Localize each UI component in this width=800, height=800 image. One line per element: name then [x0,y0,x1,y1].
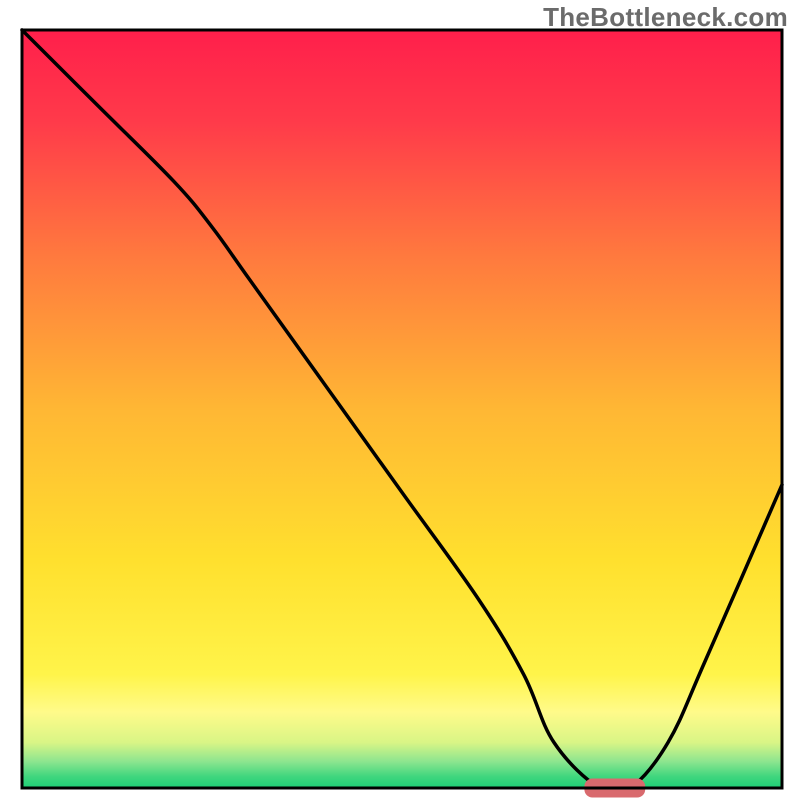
bottleneck-chart [0,0,800,800]
chart-frame: TheBottleneck.com [0,0,800,800]
watermark-text: TheBottleneck.com [543,2,788,33]
